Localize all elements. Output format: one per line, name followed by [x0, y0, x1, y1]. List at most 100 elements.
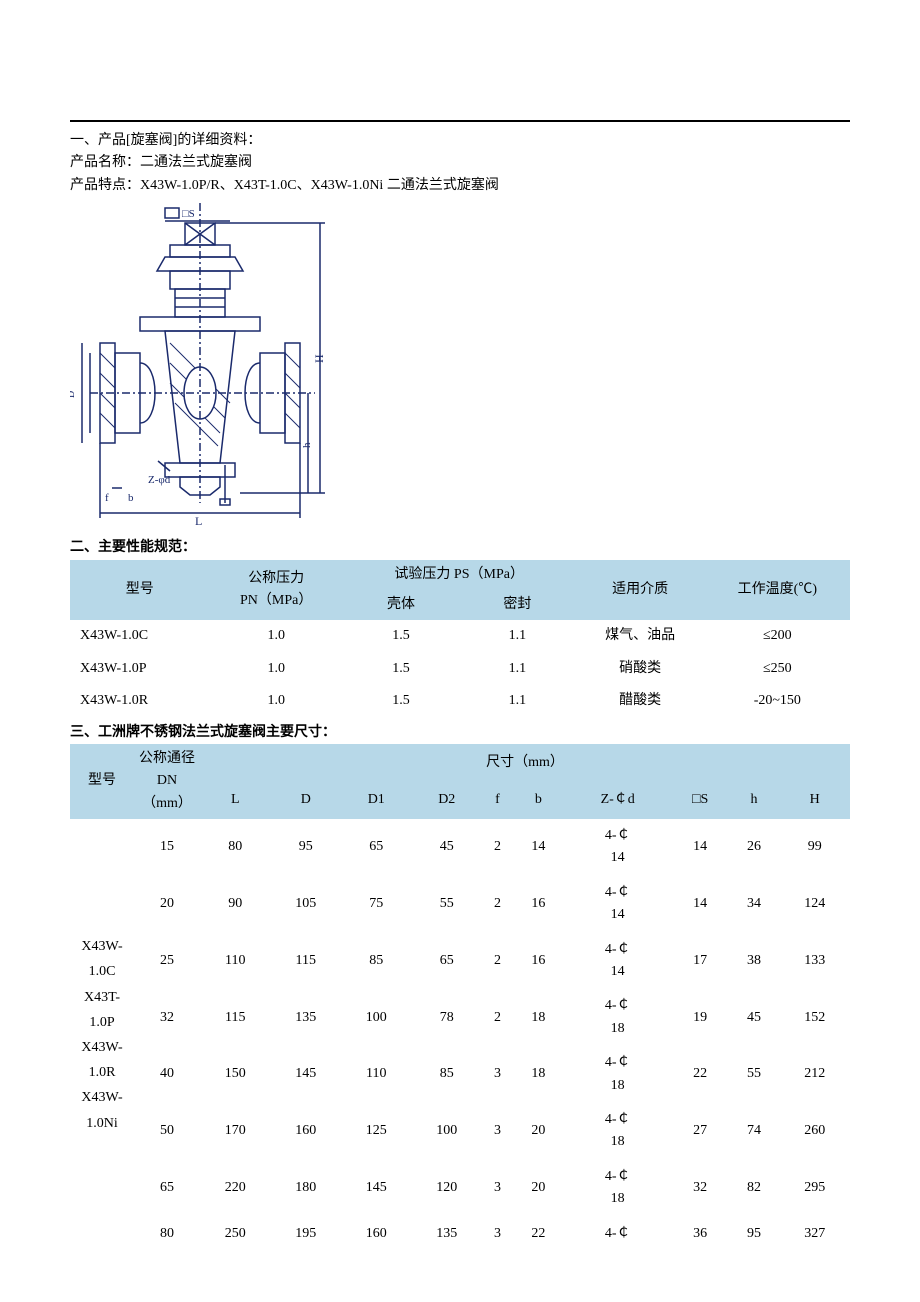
- cell: 145: [341, 1160, 412, 1217]
- cell: 150: [200, 1046, 271, 1103]
- cell: 19: [672, 989, 729, 1046]
- cell: 18: [513, 1046, 564, 1103]
- cell: 3: [482, 1046, 513, 1103]
- cell: 煤气、油品: [576, 620, 705, 652]
- table-row: X43W-1.0C X43T-1.0P X43W-1.0R X43W-1.0Ni…: [70, 819, 850, 876]
- cell: 110: [341, 1046, 412, 1103]
- cell: 133: [779, 933, 850, 990]
- cell: 16: [513, 876, 564, 933]
- table-row: 32115135100782184-￠181945152: [70, 989, 850, 1046]
- cell: 135: [271, 989, 342, 1046]
- cell: 90: [200, 876, 271, 933]
- cell: 16: [513, 933, 564, 990]
- cell: 18: [513, 989, 564, 1046]
- cell: 65: [134, 1160, 200, 1217]
- th-model: 型号: [70, 560, 210, 621]
- cell: 85: [341, 933, 412, 990]
- cell: 45: [412, 819, 483, 876]
- cell: 1.0: [210, 653, 343, 685]
- cell: 1.1: [459, 653, 575, 685]
- svg-text:H: H: [312, 354, 326, 363]
- cell: 26: [729, 819, 780, 876]
- cell: 20: [513, 1160, 564, 1217]
- cell: 1.5: [343, 653, 459, 685]
- valve-diagram: □S: [70, 203, 330, 533]
- cell: 152: [779, 989, 850, 1046]
- performance-table: 型号 公称压力 PN（MPa） 试验压力 PS（MPa） 适用介质 工作温度(℃…: [70, 560, 850, 718]
- cell: 100: [341, 989, 412, 1046]
- cell: X43W-1.0C: [70, 620, 210, 652]
- cell: 180: [271, 1160, 342, 1217]
- cell: 135: [412, 1217, 483, 1251]
- cell: 36: [672, 1217, 729, 1251]
- cell: 75: [341, 876, 412, 933]
- table-row: X43W-1.0P1.01.51.1硝酸类≤250: [70, 653, 850, 685]
- cell: 1.5: [343, 685, 459, 717]
- cell: 125: [341, 1103, 412, 1160]
- svg-text:b: b: [128, 492, 134, 504]
- cell: 22: [672, 1046, 729, 1103]
- table-row: X43W-1.0R1.01.51.1醋酸类-20~150: [70, 685, 850, 717]
- cell: 50: [134, 1103, 200, 1160]
- cell: 4-￠14: [564, 819, 672, 876]
- cell: 4-￠18: [564, 1103, 672, 1160]
- cell: 17: [672, 933, 729, 990]
- cell: X43W-1.0R: [70, 685, 210, 717]
- cell: 327: [779, 1217, 850, 1251]
- cell: 115: [200, 989, 271, 1046]
- cell: 99: [779, 819, 850, 876]
- cell: 4-￠14: [564, 876, 672, 933]
- cell: 170: [200, 1103, 271, 1160]
- cell: 80: [200, 819, 271, 876]
- th-ps-group: 试验压力 PS（MPa）: [343, 560, 576, 590]
- section3-title: 三、工洲牌不锈钢法兰式旋塞阀主要尺寸：: [70, 722, 850, 744]
- cell: 55: [729, 1046, 780, 1103]
- svg-text:h: h: [301, 442, 313, 448]
- cell: 4-￠18: [564, 1160, 672, 1217]
- cell: 32: [134, 989, 200, 1046]
- cell: 3: [482, 1103, 513, 1160]
- cell: 1.0: [210, 620, 343, 652]
- cell: 20: [134, 876, 200, 933]
- th-seal: 密封: [459, 590, 575, 620]
- cell: 15: [134, 819, 200, 876]
- cell: ≤200: [705, 620, 850, 652]
- table-row: 209010575552164-￠141434124: [70, 876, 850, 933]
- cell: 14: [672, 876, 729, 933]
- top-rule: [70, 120, 850, 122]
- th-shell: 壳体: [343, 590, 459, 620]
- cell: 45: [729, 989, 780, 1046]
- cell: 82: [729, 1160, 780, 1217]
- th-pn: 公称压力 PN（MPa）: [210, 560, 343, 621]
- label-s: □S: [182, 208, 195, 220]
- svg-text:Z-φd: Z-φd: [148, 474, 171, 486]
- cell: 2: [482, 933, 513, 990]
- cell: 65: [341, 819, 412, 876]
- cell: 95: [729, 1217, 780, 1251]
- cell: 34: [729, 876, 780, 933]
- cell: 95: [271, 819, 342, 876]
- model-cell: X43W-1.0C X43T-1.0P X43W-1.0R X43W-1.0Ni: [70, 819, 134, 1251]
- cell: ≤250: [705, 653, 850, 685]
- intro-line-1: 一、产品[旋塞阀]的详细资料：: [70, 130, 850, 152]
- cell: 212: [779, 1046, 850, 1103]
- cell: 40: [134, 1046, 200, 1103]
- intro-line-3: 产品特点：X43W-1.0P/R、X43T-1.0C、X43W-1.0Ni 二通…: [70, 175, 850, 197]
- table-row: 501701601251003204-￠182774260: [70, 1103, 850, 1160]
- th-dim-group: 尺寸（mm）: [200, 744, 850, 782]
- section2-title: 二、主要性能规范：: [70, 537, 850, 559]
- cell: 1.1: [459, 685, 575, 717]
- cell: 25: [134, 933, 200, 990]
- cell: 295: [779, 1160, 850, 1217]
- cell: 145: [271, 1046, 342, 1103]
- cell: 250: [200, 1217, 271, 1251]
- label-l: L: [195, 514, 202, 528]
- cell: 124: [779, 876, 850, 933]
- cell: 14: [513, 819, 564, 876]
- th-temp: 工作温度(℃): [705, 560, 850, 621]
- cell: 220: [200, 1160, 271, 1217]
- table-row: 802501951601353224-￠3695327: [70, 1217, 850, 1251]
- cell: 2: [482, 819, 513, 876]
- table-row: 652201801451203204-￠183282295: [70, 1160, 850, 1217]
- cell: 32: [672, 1160, 729, 1217]
